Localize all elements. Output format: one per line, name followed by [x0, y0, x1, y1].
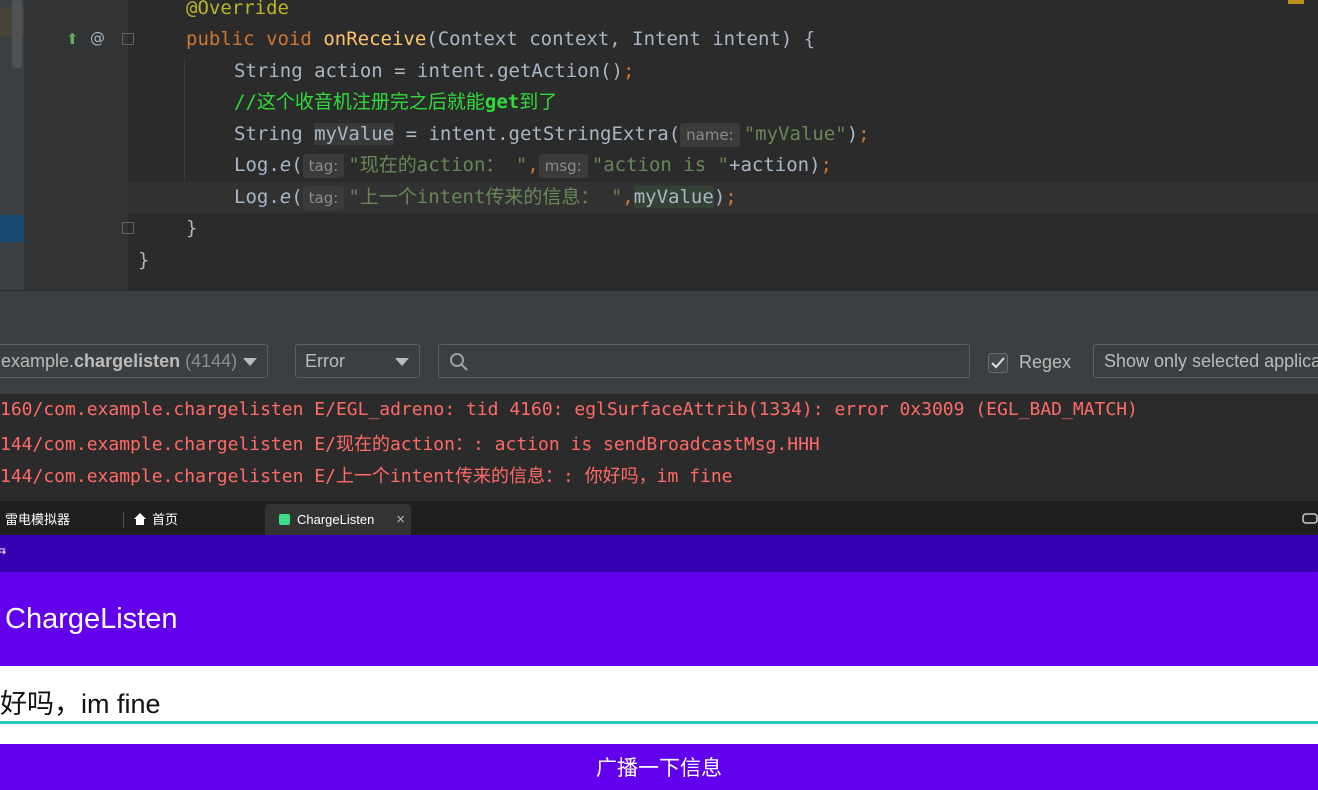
code-text: +action)	[729, 154, 821, 176]
code-line: 11 @Override	[128, 0, 1318, 24]
log-level-value: Error	[305, 351, 345, 371]
code-area[interactable]: 11 @Override 12 public void onReceive(Co…	[128, 0, 1318, 290]
code-text: String action = intent.getAction()	[234, 60, 623, 82]
log-line: 144/com.example.chargelisten E/上一个intent…	[0, 466, 733, 487]
parameter-hint: tag:	[302, 186, 345, 210]
log-line: 144/com.example.chargelisten E/现在的action…	[0, 434, 820, 455]
code-line-current: 17 Log.e(tag:"上一个intent传来的信息： ",myValue)…	[128, 182, 1318, 213]
string-literal: "现在的action： "	[348, 154, 528, 176]
semicolon: ;	[858, 123, 870, 145]
variable-highlight: myValue	[633, 186, 714, 208]
code-text: (Context context, Intent intent) {	[426, 28, 816, 50]
warning-icon[interactable]	[1288, 0, 1304, 4]
editor-gutter: ⬆ @	[0, 0, 134, 290]
code-line: 16 Log.e(tag:"现在的action： ",msg:"action i…	[128, 150, 1318, 181]
code-text: String	[234, 123, 315, 145]
filter-value: Show only selected applica	[1104, 351, 1318, 371]
process-name: chargelisten	[74, 351, 181, 371]
code-text: Log.	[234, 154, 280, 176]
override-method-icon[interactable]: ⬆	[66, 30, 79, 48]
broadcast-button[interactable]: 广播一下信息	[0, 744, 1318, 790]
chevron-down-icon	[243, 358, 257, 366]
message-text-field[interactable]: 好吗，im fine	[0, 682, 161, 721]
emulator-tab-bar: 雷电模拟器 首页 ChargeListen ×	[0, 501, 1318, 535]
editor-scroll-thumb[interactable]	[12, 0, 22, 68]
tab-label: ChargeListen	[297, 512, 375, 527]
code-editor[interactable]: ⬆ @ 11 @Override 12 public void onReceiv…	[0, 0, 1318, 290]
code-comment: get	[484, 91, 520, 113]
process-pid: (4144)	[180, 351, 238, 371]
variable-highlight: myValue	[314, 123, 395, 145]
closing-brace: }	[138, 249, 150, 271]
code-line: 19 }	[128, 245, 1318, 276]
app-content: 好吗，im fine 广播一下信息	[0, 666, 1318, 790]
semicolon: ;	[622, 60, 635, 82]
code-text: = intent.getStringExtra(	[394, 123, 681, 145]
tab-label: 雷电模拟器	[5, 512, 71, 527]
parameter-hint: name:	[680, 123, 740, 147]
closing-brace: }	[186, 217, 198, 239]
code-text: (	[291, 154, 303, 176]
log-level-select[interactable]: Error	[295, 344, 420, 378]
method-name: e	[279, 154, 292, 176]
code-comment: //这个收音机注册完之后就能	[234, 91, 485, 113]
code-text: Log.	[234, 186, 280, 208]
process-select[interactable]: example.chargelisten (4144)	[0, 344, 268, 378]
process-prefix: example.	[1, 351, 75, 371]
parameter-hint: msg:	[538, 154, 588, 178]
code-line: 13 String action = intent.getAction();	[128, 56, 1318, 87]
chevron-down-icon	[395, 358, 409, 366]
keyword: public	[186, 28, 255, 50]
code-text: )	[846, 123, 859, 145]
regex-checkbox[interactable]	[988, 353, 1008, 373]
logcat-toolbar: example.chargelisten (4144) Error Regex …	[0, 331, 1318, 394]
code-annotation: @Override	[186, 0, 289, 19]
app-bar: ChargeListen	[0, 572, 1318, 666]
code-text: (	[291, 186, 303, 208]
tab-home[interactable]: 首页	[133, 504, 178, 535]
text-field-underline	[0, 721, 1318, 724]
code-comment: 到了	[519, 91, 558, 113]
filter-select[interactable]: Show only selected applica	[1093, 344, 1318, 378]
annotation-icon[interactable]: @	[90, 29, 105, 47]
gamepad-icon[interactable]	[1302, 511, 1318, 525]
app-title: ChargeListen	[5, 603, 178, 635]
semicolon: ;	[820, 154, 832, 176]
close-icon[interactable]: ×	[396, 504, 405, 535]
log-search-input[interactable]	[438, 344, 970, 378]
app-icon	[279, 514, 290, 525]
gutter-marker	[0, 215, 24, 242]
logcat-output[interactable]: 160/com.example.chargelisten E/EGL_adren…	[0, 394, 1318, 501]
search-icon	[450, 353, 468, 371]
panel-divider[interactable]	[0, 290, 1318, 331]
comma: ,	[527, 154, 539, 176]
regex-label[interactable]: Regex	[1019, 352, 1071, 373]
tab-divider	[123, 512, 124, 528]
tab-label: 首页	[152, 512, 179, 527]
tab-chargelisten[interactable]: ChargeListen ×	[265, 504, 411, 535]
string-literal: "上一个intent传来的信息： "	[348, 186, 623, 208]
code-line: 18 }	[128, 213, 1318, 244]
code-text: )	[713, 186, 726, 208]
method-name: e	[279, 186, 292, 208]
code-line: 14 //这个收音机注册完之后就能get到了	[128, 87, 1318, 118]
check-icon	[991, 357, 1005, 369]
semicolon: ;	[725, 186, 737, 208]
method-name: onReceive	[323, 28, 427, 50]
string-literal: "action is "	[591, 154, 730, 176]
string-literal: "myValue"	[743, 123, 847, 145]
status-icon: ⇆	[0, 544, 7, 557]
home-icon	[134, 513, 146, 525]
keyword: void	[266, 28, 312, 50]
log-line: 160/com.example.chargelisten E/EGL_adren…	[0, 399, 1138, 420]
parameter-hint: tag:	[302, 154, 345, 178]
code-line: 12 public void onReceive(Context context…	[128, 24, 1318, 55]
tab-emulator[interactable]: 雷电模拟器	[5, 504, 70, 535]
code-line: 15 String myValue = intent.getStringExtr…	[128, 119, 1318, 150]
comma: ,	[622, 186, 634, 208]
android-status-bar: ⇆	[0, 535, 1318, 572]
